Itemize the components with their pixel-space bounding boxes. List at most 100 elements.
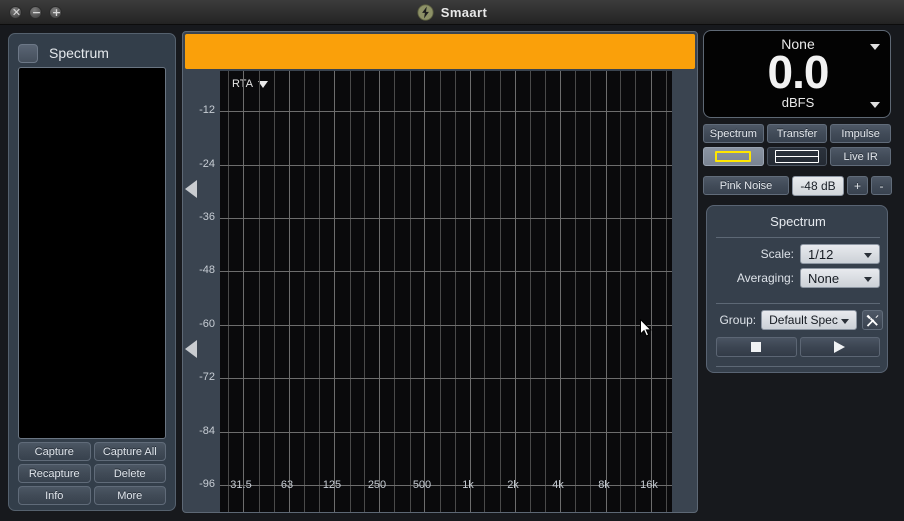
smaart-application-window: ✕ − + Smaart Spectrum Capture Capture Al… — [0, 0, 904, 521]
recapture-button[interactable]: Recapture — [18, 464, 91, 483]
y-axis-tick-label: -12 — [199, 104, 215, 116]
grid-line-vertical — [606, 71, 607, 512]
grid-line-vertical — [289, 71, 290, 512]
spectrum-settings-box: Spectrum Scale: 1/12 Averaging: None Gro… — [706, 205, 888, 373]
generator-level-decrease-button[interactable]: - — [871, 176, 892, 195]
x-axis-tick-label: 31.5 — [230, 479, 252, 491]
input-level-bar — [185, 34, 695, 69]
averaging-row: Averaging: None — [716, 268, 880, 288]
group-label: Group: — [719, 313, 757, 327]
chevron-down-icon — [864, 277, 872, 282]
smaart-logo-icon — [417, 4, 434, 21]
group-tools-button[interactable] — [862, 310, 883, 330]
grid-line-vertical — [560, 71, 561, 512]
capture-button[interactable]: Capture — [18, 442, 91, 461]
grid-line-horizontal — [220, 378, 672, 379]
tab-spectrum[interactable]: Spectrum — [703, 124, 764, 143]
grid-line-vertical — [635, 71, 636, 512]
play-icon — [834, 341, 846, 353]
tab-transfer[interactable]: Transfer — [766, 124, 828, 143]
meter-value: 0.0 — [767, 46, 830, 98]
averaging-select[interactable]: None — [800, 268, 880, 288]
grid-line-vertical — [530, 71, 531, 512]
level-meter[interactable]: None 0.0 dBFS — [703, 30, 891, 118]
y-axis-tick-label: -96 — [199, 478, 215, 490]
spectrum-graph-panel: RTA -12 -24 -36 -48 -60 -72 -84 -96 31.5 63 125 25… — [182, 31, 698, 513]
grid-line-vertical — [334, 71, 335, 512]
split-pane-icon — [775, 150, 819, 163]
pink-noise-button[interactable]: Pink Noise — [703, 176, 789, 195]
meter-unit-label[interactable]: dBFS — [704, 95, 892, 110]
tools-icon — [866, 314, 879, 327]
capture-all-button[interactable]: Capture All — [93, 442, 166, 461]
generator-level-value[interactable]: -48 dB — [792, 176, 844, 196]
grid-line-horizontal — [220, 165, 672, 166]
stop-button[interactable] — [716, 337, 797, 357]
y-axis-tick-label: -84 — [199, 425, 215, 437]
y-marker-upper-icon[interactable] — [185, 180, 197, 198]
grid-line-vertical — [575, 71, 576, 512]
group-value: Default Spec — [769, 313, 838, 327]
tab-impulse[interactable]: Impulse — [830, 124, 892, 143]
grid-line-vertical — [455, 71, 456, 512]
spectrum-trace-panel: Spectrum Capture Capture All Recapture D… — [8, 33, 176, 511]
y-axis-tick-label: -48 — [199, 264, 215, 276]
window-titlebar: ✕ − + Smaart — [0, 0, 904, 25]
grid-line-vertical — [484, 71, 485, 512]
divider — [716, 366, 880, 367]
stop-icon — [751, 342, 762, 352]
group-select[interactable]: Default Spec — [761, 310, 858, 330]
single-pane-icon — [715, 151, 752, 162]
grid-line-vertical — [515, 71, 516, 512]
right-control-panel: None 0.0 dBFS Spectrum Transfer Impulse … — [703, 30, 897, 514]
scale-select[interactable]: 1/12 — [800, 244, 880, 264]
y-marker-lower-icon[interactable] — [185, 340, 197, 358]
group-row: Group: Default Spec — [713, 310, 883, 330]
rta-trace-selector[interactable]: RTA — [232, 78, 268, 90]
x-axis-tick-label: 2k — [507, 479, 519, 491]
grid-line-vertical — [319, 71, 320, 512]
window-title-group: Smaart — [0, 0, 904, 25]
mode-tab-row: Spectrum Transfer Impulse — [703, 124, 892, 143]
grid-line-vertical — [545, 71, 546, 512]
grid-line-vertical — [228, 71, 229, 512]
view-single-pane-button[interactable] — [703, 147, 764, 166]
meter-unit-chevron-down-icon[interactable] — [870, 102, 880, 108]
grid-line-horizontal — [220, 218, 672, 219]
y-axis-tick-label: -24 — [199, 158, 215, 170]
captured-trace-list[interactable] — [18, 67, 166, 439]
grid-line-vertical — [440, 71, 441, 512]
grid-line-horizontal — [220, 325, 672, 326]
grid-line-vertical — [424, 71, 425, 512]
spectrum-toggle-icon[interactable] — [18, 43, 38, 63]
info-button[interactable]: Info — [18, 486, 91, 505]
grid-line-vertical — [259, 71, 260, 512]
scale-label: Scale: — [760, 247, 794, 261]
view-layout-row: Live IR — [703, 147, 892, 166]
averaging-value: None — [808, 270, 840, 286]
delete-button[interactable]: Delete — [93, 464, 166, 483]
grid-line-vertical — [394, 71, 395, 512]
grid-line-vertical — [590, 71, 591, 512]
rta-plot-area[interactable]: RTA — [220, 71, 672, 512]
live-ir-button[interactable]: Live IR — [830, 147, 892, 166]
grid-line-horizontal — [220, 111, 672, 112]
grid-line-vertical — [304, 71, 305, 512]
grid-line-vertical — [364, 71, 365, 512]
trace-button-row-3: Info More — [18, 486, 166, 505]
spectrum-panel-header: Spectrum — [18, 42, 109, 64]
x-axis-tick-label: 8k — [598, 479, 610, 491]
view-split-pane-button[interactable] — [766, 147, 828, 166]
generator-level-increase-button[interactable]: + — [847, 176, 868, 195]
more-button[interactable]: More — [93, 486, 166, 505]
window-title: Smaart — [440, 5, 488, 20]
spectrum-settings-title: Spectrum — [770, 214, 826, 229]
signal-generator-row: Pink Noise -48 dB + - — [703, 176, 892, 196]
grid-line-horizontal — [220, 432, 672, 433]
scale-value: 1/12 — [808, 246, 834, 262]
grid-line-vertical — [243, 71, 244, 512]
meter-source-chevron-down-icon[interactable] — [870, 44, 880, 50]
grid-line-vertical — [620, 71, 621, 512]
play-button[interactable] — [799, 337, 880, 357]
divider — [716, 303, 880, 304]
